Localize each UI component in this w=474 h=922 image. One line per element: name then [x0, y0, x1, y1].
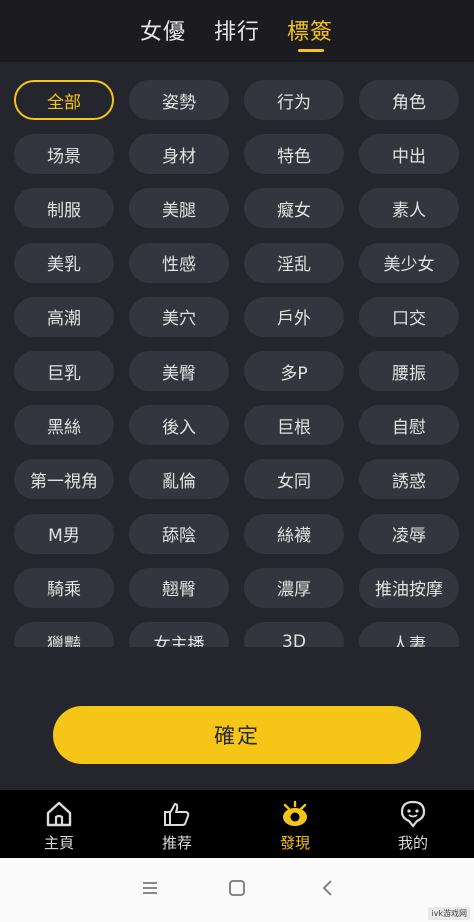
tag-chip[interactable]: 後入 — [129, 405, 229, 446]
tag-chip[interactable]: 翹臀 — [129, 567, 229, 608]
watermark: ivk游戏网 — [428, 907, 470, 920]
tag-chip[interactable]: 淫乱 — [244, 242, 344, 283]
tag-chip[interactable]: 亂倫 — [129, 459, 229, 500]
tag-chip[interactable]: M男 — [14, 513, 114, 554]
tag-chip[interactable]: 濃厚 — [244, 567, 344, 608]
tag-chip[interactable]: 戶外 — [244, 296, 344, 337]
tab-ranking[interactable]: 排行 — [214, 14, 260, 46]
tag-chip[interactable]: 腰振 — [359, 351, 459, 391]
back-icon[interactable] — [316, 876, 340, 900]
bottom-nav: 主頁 推荐 發現 我的 — [0, 790, 474, 858]
tag-chip[interactable]: 黑絲 — [14, 405, 114, 446]
tab-actresses[interactable]: 女優 — [140, 14, 186, 46]
tag-chip[interactable]: 美臀 — [129, 351, 229, 391]
tag-chip[interactable]: 絲襪 — [244, 513, 344, 554]
tag-chip[interactable]: 獵豔 — [14, 622, 114, 647]
nav-label-mine: 我的 — [397, 834, 428, 852]
top-tab-bar: 女優 排行 標簽 — [0, 0, 474, 62]
tag-chip[interactable]: 舔陰 — [129, 513, 229, 554]
tag-chip[interactable]: 人妻 — [359, 622, 459, 647]
tag-chip[interactable]: 女同 — [244, 459, 344, 500]
tag-chip[interactable]: 多P — [244, 351, 344, 391]
tag-chip[interactable]: 推油按摩 — [359, 567, 459, 608]
thumbs-up-icon — [162, 800, 192, 828]
tag-chip[interactable]: 身材 — [129, 134, 229, 175]
tag-chip[interactable]: 美穴 — [129, 296, 229, 337]
menu-icon[interactable] — [138, 876, 162, 900]
nav-label-discover: 發現 — [279, 834, 310, 852]
tag-chip[interactable]: 第一視角 — [14, 459, 114, 500]
discover-eye-icon — [280, 800, 310, 828]
tag-chip[interactable]: 騎乘 — [14, 567, 114, 608]
tag-chip[interactable]: 女主播 — [129, 622, 229, 647]
nav-item-recommend[interactable]: 推荐 — [118, 790, 236, 858]
system-nav-bar: ivk游戏网 — [0, 858, 474, 922]
active-tab-indicator — [298, 49, 324, 52]
tag-chip[interactable]: 美乳 — [14, 242, 114, 283]
home-square-icon[interactable] — [225, 876, 249, 900]
tag-chip[interactable]: 素人 — [359, 188, 459, 229]
tag-chip[interactable]: 自慰 — [359, 405, 459, 446]
tag-chip[interactable]: 誘惑 — [359, 459, 459, 500]
nav-label-home: 主頁 — [43, 834, 74, 852]
nav-item-home[interactable]: 主頁 — [0, 790, 118, 858]
tag-chip[interactable]: 口交 — [359, 296, 459, 337]
tag-chip[interactable]: 3D — [244, 622, 344, 647]
tag-chip[interactable]: 巨根 — [244, 405, 344, 446]
profile-icon — [398, 800, 428, 828]
tag-chip[interactable]: 性感 — [129, 242, 229, 283]
tag-panel: 全部 姿勢 行为 角色场景 身材 特色 中出制服 美腿 癡女 素人美乳 性感 淫乱 美少女高潮 美穴 戶外口… — [0, 62, 474, 647]
tag-chip[interactable]: 姿勢 — [129, 80, 229, 120]
home-icon — [44, 800, 74, 828]
tag-chip[interactable]: 巨乳 — [14, 351, 114, 391]
nav-label-recommend: 推荐 — [161, 834, 192, 852]
nav-item-discover[interactable]: 發現 — [236, 790, 354, 858]
tag-chip[interactable]: 癡女 — [244, 188, 344, 229]
tab-tags[interactable]: 標簽 — [287, 14, 333, 46]
tag-chip[interactable]: 角色 — [359, 80, 459, 120]
confirm-button[interactable]: 確定 — [53, 706, 421, 764]
nav-item-mine[interactable]: 我的 — [354, 790, 472, 858]
tag-chip[interactable]: 制服 — [14, 188, 114, 229]
tag-chip[interactable]: 行为 — [244, 80, 344, 120]
tag-chip[interactable]: 中出 — [359, 134, 459, 175]
tag-chip[interactable]: 高潮 — [14, 296, 114, 337]
tag-chip[interactable]: 美少女 — [359, 242, 459, 283]
tag-chip[interactable]: 美腿 — [129, 188, 229, 229]
tag-chip[interactable]: 场景 — [14, 134, 114, 175]
tag-chip[interactable]: 全部 — [14, 80, 114, 120]
tag-chip[interactable]: 凌辱 — [359, 513, 459, 554]
tag-chip[interactable]: 特色 — [244, 134, 344, 175]
